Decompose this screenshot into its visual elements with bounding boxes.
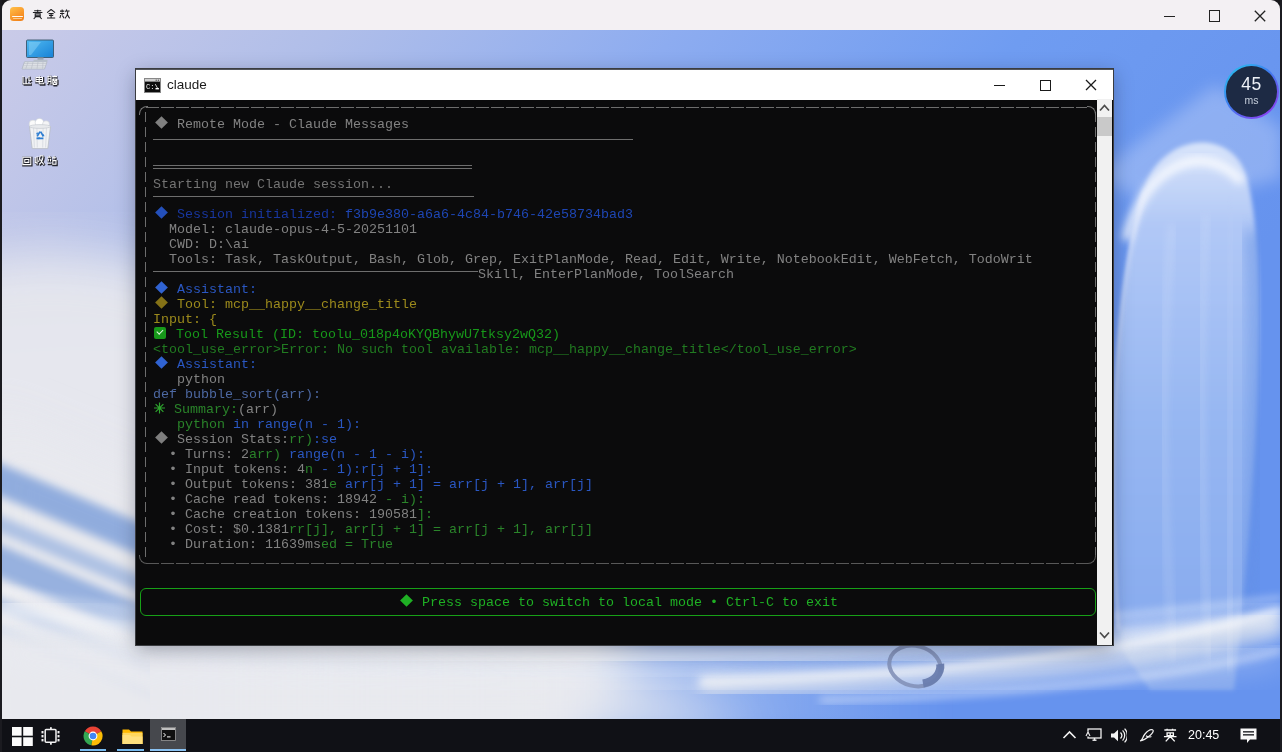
svg-text:C:\: C:\ [146,83,159,91]
